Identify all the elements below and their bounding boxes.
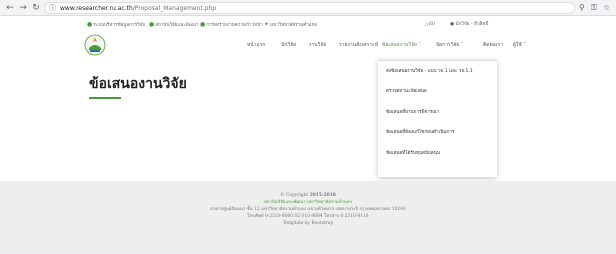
dot-icon: ● xyxy=(200,21,206,28)
info-icon[interactable]: ⓘ xyxy=(49,3,56,14)
back-arrow-icon[interactable]: ← xyxy=(4,2,16,14)
chevron-down-icon: ˅ xyxy=(523,42,526,48)
title-underline xyxy=(89,97,121,99)
key-icon[interactable]: ⚿ xyxy=(591,2,597,14)
cart-link[interactable]: △(0) xyxy=(425,19,435,31)
address-bar[interactable]: ⓘ www.researcher.ru.ac.th/Proposal_Manag… xyxy=(44,2,575,14)
nav-home[interactable]: หน้าแรก xyxy=(247,40,265,50)
star-icon[interactable]: ☆ xyxy=(603,2,610,14)
dropdown-item-approved[interactable]: ข้อเสนอที่ผ่านการพิจารณา xyxy=(386,108,439,117)
nav-research-management[interactable]: จัดการวิจัย ˅ xyxy=(436,40,463,50)
dropdown-item-submit-proposal[interactable]: ส่งข้อเสนองานวิจัย - แบบ วจ.1 และ วจ.1.1 xyxy=(386,67,473,76)
nav-research-management-label: จัดการวิจัย xyxy=(436,42,460,48)
nav-researchers[interactable]: นักวิจัย xyxy=(281,40,296,50)
forward-arrow-icon[interactable]: → xyxy=(17,2,29,14)
site-footer: © Copyright 2015-2018 สถาบันวิจัยและพัฒน… xyxy=(0,181,616,254)
copyright-prefix: © Copyright xyxy=(280,193,309,198)
top-link-progress[interactable]: ●การส่งรายงานความก้าวหน้า xyxy=(200,19,263,32)
copyright-years: 2015-2018 xyxy=(309,193,336,198)
top-link-label: สถาบันวิจัยและพัฒนา xyxy=(155,23,199,28)
user-name: นักวิจัย - ทิวสิทธิ์ xyxy=(455,22,489,27)
chevron-down-icon: ˅ xyxy=(418,42,422,48)
browser-toolbar: ← → ↻ ⓘ www.researcher.ru.ac.th/Proposal… xyxy=(0,0,616,16)
user-icon: ● xyxy=(450,22,455,27)
dropdown-item-needs-revision[interactable]: ข้อเสนอที่ต้องแก้ไขก่อนดำเนินการ xyxy=(386,128,454,137)
dropdown-item-check-status[interactable]: ตรวจสถานะข้อเสนอ xyxy=(386,87,427,96)
url-host: www.researcher.ru.ac.th xyxy=(60,5,133,12)
top-link-institute[interactable]: ●สถาบันวิจัยและพัฒนา xyxy=(149,19,199,32)
top-link-system[interactable]: ●ระบบบริหารข้อมูลการวิจัย xyxy=(87,19,145,32)
proposals-dropdown-menu: ส่งข้อเสนองานวิจัย - แบบ วจ.1 และ วจ.1.1… xyxy=(378,60,497,177)
search-icon[interactable]: ⚲ xyxy=(579,2,585,14)
nav-research[interactable]: งานวิจัย xyxy=(309,40,326,50)
nav-user-label: ผู้ใช้ xyxy=(513,42,522,48)
nav-proposals-label: ข้อเสนองานวิจัย xyxy=(382,42,417,48)
user-link[interactable]: ● นักวิจัย - ทิวสิทธิ์ xyxy=(450,19,488,31)
nav-user[interactable]: ผู้ใช้ ˅ xyxy=(513,40,526,50)
dot-icon: ● xyxy=(149,21,155,28)
footer-address: อาคารศูนย์สัมมนา ชั้น 12 มหาวิทยาลัยรามค… xyxy=(210,207,406,212)
reload-icon[interactable]: ↻ xyxy=(30,2,42,14)
chevron-down-icon: ˅ xyxy=(460,42,464,48)
footer-template[interactable]: Template by Bootstrap xyxy=(0,220,616,227)
dot-icon: ● xyxy=(87,21,93,28)
top-info-strip: ●ระบบบริหารข้อมูลการวิจัย ●สถาบันวิจัยแล… xyxy=(0,19,616,31)
footer-contact: โทรศัพท์ 0-2310-8000,02-310-8684 โทรสาร … xyxy=(247,214,369,219)
footer-copyright: © Copyright 2015-2018 xyxy=(0,192,616,199)
footer-org: สถาบันวิจัยและพัฒนา มหาวิทยาลัยรามคำแหง xyxy=(264,200,352,205)
nav-proposals[interactable]: ข้อเสนองานวิจัย ˅ xyxy=(382,40,421,50)
url-text: www.researcher.ru.ac.th/Proposal_Managem… xyxy=(60,3,216,14)
page-title: ข้อเสนองานวิจัย xyxy=(89,76,187,92)
nav-contact[interactable]: ติดต่อเรา xyxy=(483,40,503,50)
url-path: /Proposal_Management.php xyxy=(132,5,217,12)
top-link-university[interactable]: ✦มหาวิทยาลัยรามคำแหง xyxy=(264,19,317,32)
top-link-label: ระบบบริหารข้อมูลการวิจัย xyxy=(93,23,146,28)
university-logo[interactable] xyxy=(84,34,106,56)
nav-synthesis-reports[interactable]: รายงานสังเคราะห์ xyxy=(339,40,378,50)
top-link-label: มหาวิทยาลัยรามคำแหง xyxy=(270,23,318,28)
top-link-label: การส่งรายงานความก้าวหน้า xyxy=(206,23,263,28)
cart-count: (0) xyxy=(428,22,436,27)
leaf-icon: ✦ xyxy=(264,21,270,28)
dropdown-item-funded[interactable]: ข้อเสนอที่ได้รับทุนสนับสนุน xyxy=(386,149,440,158)
